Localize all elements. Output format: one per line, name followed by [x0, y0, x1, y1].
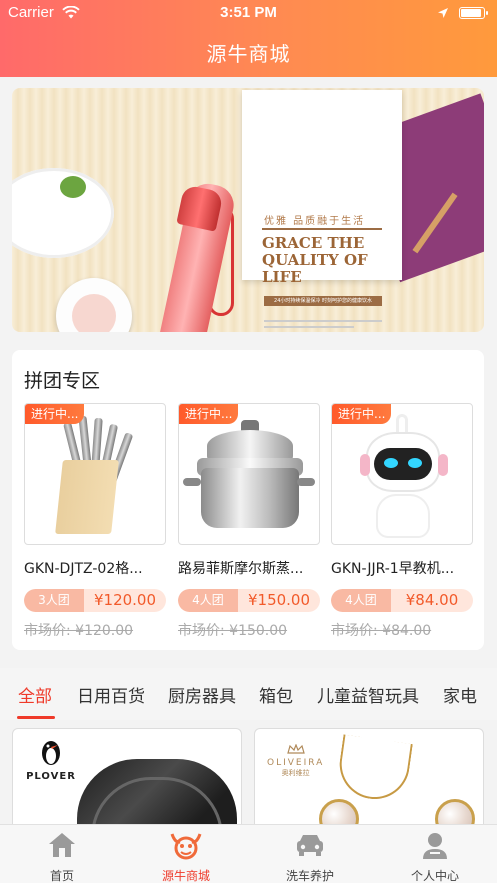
brand-name: PLOVER [26, 771, 76, 782]
banner-fine-print [264, 320, 382, 322]
price-bar: 3人团 ¥120.00 [24, 589, 166, 612]
salad-plate-image [12, 168, 114, 258]
product-image: 进行中... [178, 403, 320, 545]
product-image: 进行中... [24, 403, 166, 545]
tab-all[interactable]: 全部 [18, 682, 52, 707]
tabbar-home[interactable]: 首页 [0, 831, 124, 883]
promo-banner[interactable]: 优雅 品质融于生活 GRACE THE QUALITY OF LIFE 24小时… [12, 88, 484, 332]
market-price: 市场价: ¥84.00 [331, 623, 432, 639]
section-title: 拼团专区 [24, 370, 101, 392]
banner-headline: GRACE THE QUALITY OF LIFE [262, 234, 368, 286]
price-bar: 4人团 ¥150.00 [178, 589, 320, 612]
group-product-card[interactable]: 进行中... GKN-DJTZ-02格... 3人团 ¥120.00 市场价: … [24, 403, 166, 640]
banner-subline: 24小时持续保温保冷 时刻呵护您的健康饮水 [264, 296, 382, 306]
status-time: 3:51 PM [220, 4, 277, 21]
battery-icon [459, 7, 488, 19]
tabbar-label: 个人中心 [410, 869, 459, 883]
price-bar: 4人团 ¥84.00 [331, 589, 473, 612]
status-bar: Carrier 3:51 PM [0, 0, 497, 26]
tab-bags[interactable]: 箱包 [259, 682, 293, 707]
product-image: 进行中... [331, 403, 473, 545]
banner-divider [262, 228, 382, 230]
banner-slogan: 优雅 品质融于生活 [264, 216, 366, 227]
car-icon [248, 831, 372, 861]
tab-appliances[interactable]: 家电 [443, 682, 477, 707]
group-product-card[interactable]: 进行中... GKN-JJR-1早教机... 4人团 ¥84.00 市场价: ¥… [331, 403, 473, 640]
penguin-logo-icon [42, 741, 60, 765]
product-name: GKN-DJTZ-02格... [24, 561, 143, 577]
status-tag: 进行中... [332, 404, 392, 424]
brand-subname: 奥利维拉 [281, 769, 310, 777]
tabbar-label: 源牛商城 [161, 869, 210, 883]
location-arrow-icon [437, 5, 449, 23]
bottom-tab-bar: 首页 源牛商城 洗车养护 个人中心 [0, 824, 497, 883]
brand-name: OLIVEIRA [267, 758, 325, 768]
brand-logo: PLOVER [21, 737, 81, 782]
bull-icon [124, 831, 248, 861]
group-size-badge: 3人团 [24, 589, 84, 612]
status-tag: 进行中... [179, 404, 239, 424]
status-tag: 进行中... [25, 404, 85, 424]
tabbar-label: 洗车养护 [285, 869, 334, 883]
group-price: ¥150.00 [247, 591, 311, 609]
tabbar-label: 首页 [49, 869, 74, 883]
app-header: Carrier 3:51 PM 源牛商城 [0, 0, 497, 77]
group-product-card[interactable]: 进行中... 路易菲斯摩尔斯蒸... 4人团 ¥150.00 市场价: ¥150… [178, 403, 320, 640]
tab-kitchenware[interactable]: 厨房器具 [168, 682, 236, 707]
product-name: 路易菲斯摩尔斯蒸... [178, 561, 304, 577]
group-price: ¥84.00 [405, 591, 459, 609]
page-title: 源牛商城 [206, 42, 291, 66]
crown-logo-icon [286, 743, 305, 754]
tab-daily-goods[interactable]: 日用百货 [77, 682, 145, 707]
category-tabs: 全部 日用百货 厨房器具 箱包 儿童益智玩具 家电 [0, 668, 497, 720]
product-name: GKN-JJR-1早教机... [331, 561, 455, 577]
market-price: 市场价: ¥120.00 [24, 623, 134, 639]
group-size-badge: 4人团 [178, 589, 238, 612]
person-icon [373, 831, 497, 861]
group-price: ¥120.00 [93, 591, 157, 609]
active-tab-indicator [17, 716, 55, 719]
tabbar-mall[interactable]: 源牛商城 [124, 831, 248, 883]
necklace-chain-image [335, 734, 413, 804]
group-buy-section: 拼团专区 进行中... GKN-DJTZ-02格... 3人团 ¥120.00 … [12, 350, 484, 650]
tab-kids-toys[interactable]: 儿童益智玩具 [317, 682, 419, 707]
tabbar-profile[interactable]: 个人中心 [373, 831, 497, 883]
banner-fine-print [264, 326, 354, 328]
market-price: 市场价: ¥150.00 [178, 623, 288, 639]
home-icon [0, 831, 124, 861]
brand-logo: OLIVEIRA 奥利维拉 [267, 739, 324, 778]
tea-cup-image [56, 278, 132, 332]
tabbar-carwash[interactable]: 洗车养护 [248, 831, 372, 883]
group-size-badge: 4人团 [331, 589, 391, 612]
